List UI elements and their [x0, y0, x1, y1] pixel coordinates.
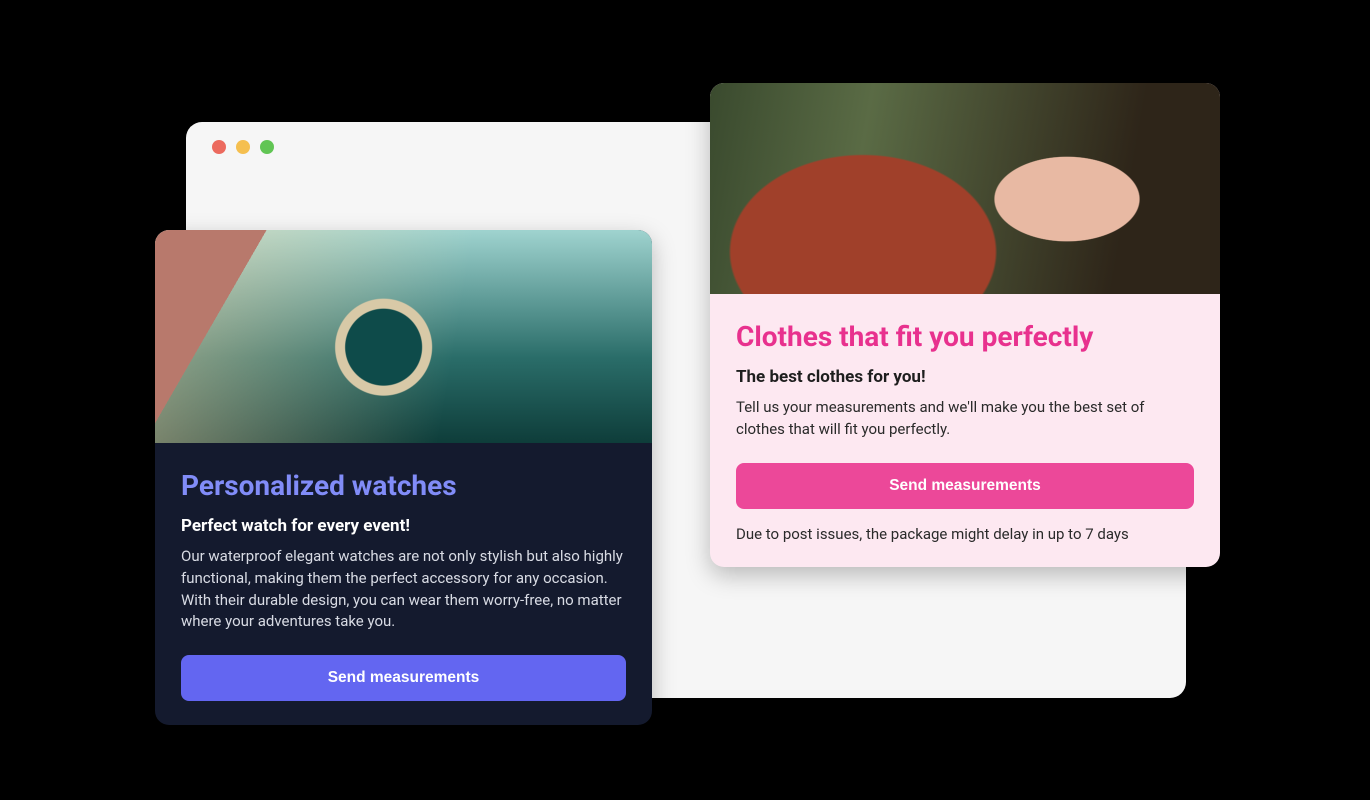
card-subtitle: Perfect watch for every event!	[181, 516, 626, 536]
card-body: Clothes that fit you perfectly The best …	[710, 294, 1220, 567]
window-minimize-icon[interactable]	[236, 140, 250, 154]
send-measurements-button[interactable]: Send measurements	[181, 655, 626, 701]
watch-image	[155, 230, 652, 443]
card-text: Tell us your measurements and we'll make…	[736, 397, 1194, 441]
card-text: Our waterproof elegant watches are not o…	[181, 546, 626, 633]
send-measurements-button[interactable]: Send measurements	[736, 463, 1194, 509]
card-title: Clothes that fit you perfectly	[736, 320, 1194, 353]
card-title: Personalized watches	[181, 469, 626, 502]
card-watches: Personalized watches Perfect watch for e…	[155, 230, 652, 725]
window-maximize-icon[interactable]	[260, 140, 274, 154]
card-clothes: Clothes that fit you perfectly The best …	[710, 83, 1220, 567]
window-close-icon[interactable]	[212, 140, 226, 154]
delivery-note: Due to post issues, the package might de…	[736, 525, 1194, 543]
card-subtitle: The best clothes for you!	[736, 367, 1194, 387]
card-body: Personalized watches Perfect watch for e…	[155, 443, 652, 725]
clothes-image	[710, 83, 1220, 294]
